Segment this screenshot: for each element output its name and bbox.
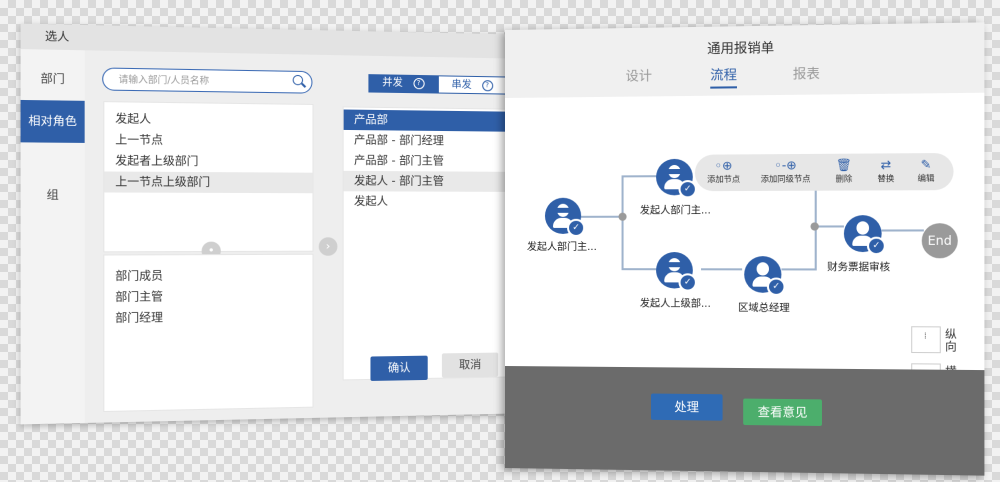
selected-item[interactable]: 产品部 - 部门主管 [344, 150, 507, 171]
node-label: 发起人部门主... [639, 205, 711, 217]
search-icon[interactable] [292, 74, 304, 86]
vertical-layout-button[interactable]: ⁞ [911, 326, 941, 354]
connector [621, 175, 624, 269]
page-title: 通用报销单 [707, 40, 775, 58]
workflow-panel: 通用报销单 设计 流程 报表 ✓ 发起人部门主... ✓ 发起人部门主... ✓… [505, 22, 985, 476]
end-node[interactable]: End [921, 223, 958, 259]
list-item[interactable]: 上一节点 [104, 129, 312, 152]
junction-dot [618, 212, 627, 221]
selected-list: 产品部 产品部 - 部门经理 产品部 - 部门主管 发起人 - 部门主管 发起人 [342, 106, 508, 381]
process-button[interactable]: 处理 [650, 393, 723, 421]
list-item[interactable]: 发起者上级部门 [104, 150, 312, 172]
connector [881, 229, 924, 232]
sidebar-item-group[interactable]: 组 [21, 174, 85, 216]
selected-item[interactable]: 发起人 [344, 191, 507, 212]
finance-review-node-avatar[interactable]: ✓ [843, 215, 886, 256]
pencil-icon: ✎ [920, 157, 932, 172]
add-node-icon: ◦⊕ [714, 158, 733, 173]
junction-dot [810, 222, 819, 231]
selected-item[interactable]: 产品部 - 部门经理 [344, 130, 507, 152]
connector [701, 268, 743, 271]
connector [781, 268, 815, 271]
add-sibling-node-button[interactable]: ◦-⊕ 添加同级节点 [752, 157, 818, 185]
edit-button[interactable]: ✎ 编辑 [899, 156, 954, 184]
top-node-avatar[interactable]: ✓ [656, 158, 697, 199]
vertical-label: 纵向 [945, 327, 957, 354]
list-item[interactable]: 部门主管 [104, 286, 312, 308]
workflow-header: 通用报销单 设计 流程 报表 [505, 22, 985, 98]
search-input[interactable]: 请输入部门/人员名称 [102, 67, 313, 94]
search-placeholder: 请输入部门/人员名称 [118, 75, 210, 87]
sidebar-item-relative-role[interactable]: 相对角色 [20, 99, 85, 143]
picker-sidebar: 部门 相对角色 组 [20, 49, 85, 425]
node-label: 财务票据审核 [827, 262, 891, 274]
selected-item[interactable]: 发起人 - 部门主管 [343, 170, 507, 192]
vertical-layout-icon: ⁞ [923, 331, 927, 342]
check-icon: ✓ [678, 180, 697, 199]
node-label: 发起人上级部... [639, 298, 711, 310]
start-node-avatar[interactable]: ✓ [544, 197, 586, 237]
add-node-button[interactable]: ◦⊕ 添加节点 [697, 157, 750, 185]
bottom-node-avatar[interactable]: ✓ [656, 252, 697, 292]
workflow-footer: 处理 查看意见 [505, 366, 985, 476]
mode-parallel-label: 并发 [382, 77, 403, 89]
sidebar-item-department[interactable]: 部门 [21, 58, 85, 101]
mode-parallel-toggle[interactable]: 并发? [368, 74, 438, 94]
confirm-button[interactable]: 确认 [370, 355, 428, 381]
view-opinion-button[interactable]: 查看意见 [743, 398, 822, 426]
check-icon: ✓ [766, 277, 786, 296]
role-list-top: 发起人 上一节点 发起者上级部门 上一节点上级部门 [103, 101, 314, 253]
list-item[interactable]: 发起人 [104, 108, 312, 131]
cancel-button[interactable]: 取消 [441, 352, 499, 378]
connector [814, 225, 844, 228]
person-picker-dialog: 选人 部门 相对角色 组 请输入部门/人员名称 并发? 串发? 发起人 上一节点… [20, 23, 536, 425]
node-label: 区域总经理 [738, 302, 790, 315]
tab-design[interactable]: 设计 [626, 65, 652, 84]
mode-serial-toggle[interactable]: 串发? [437, 75, 507, 95]
list-item-selected[interactable]: 上一节点上级部门 [104, 171, 313, 194]
help-icon: ? [412, 77, 425, 89]
add-arrow-button[interactable]: › [318, 237, 338, 256]
list-item[interactable]: 部门成员 [104, 265, 312, 287]
selected-item[interactable]: 产品部 [343, 109, 507, 132]
node-label: 发起人部门主... [526, 241, 597, 254]
tab-process[interactable]: 流程 [710, 63, 738, 89]
picker-title: 选人 [20, 23, 536, 59]
mode-serial-label: 串发 [451, 79, 472, 92]
help-icon: ? [481, 79, 493, 91]
add-sibling-icon: ◦-⊕ [774, 158, 797, 173]
tab-report[interactable]: 报表 [793, 63, 820, 83]
check-icon: ✓ [567, 218, 586, 237]
role-list-bottom: 部门成员 部门主管 部门经理 [103, 253, 314, 413]
check-icon: ✓ [678, 273, 697, 292]
region-manager-node-avatar[interactable]: ✓ [744, 256, 786, 296]
node-toolbar: ◦⊕ 添加节点 ◦-⊕ 添加同级节点 🗑 删除 ⇄ 替换 ✎ 编辑 [694, 152, 954, 192]
list-item[interactable]: 部门经理 [104, 306, 312, 329]
check-icon: ✓ [866, 236, 886, 256]
